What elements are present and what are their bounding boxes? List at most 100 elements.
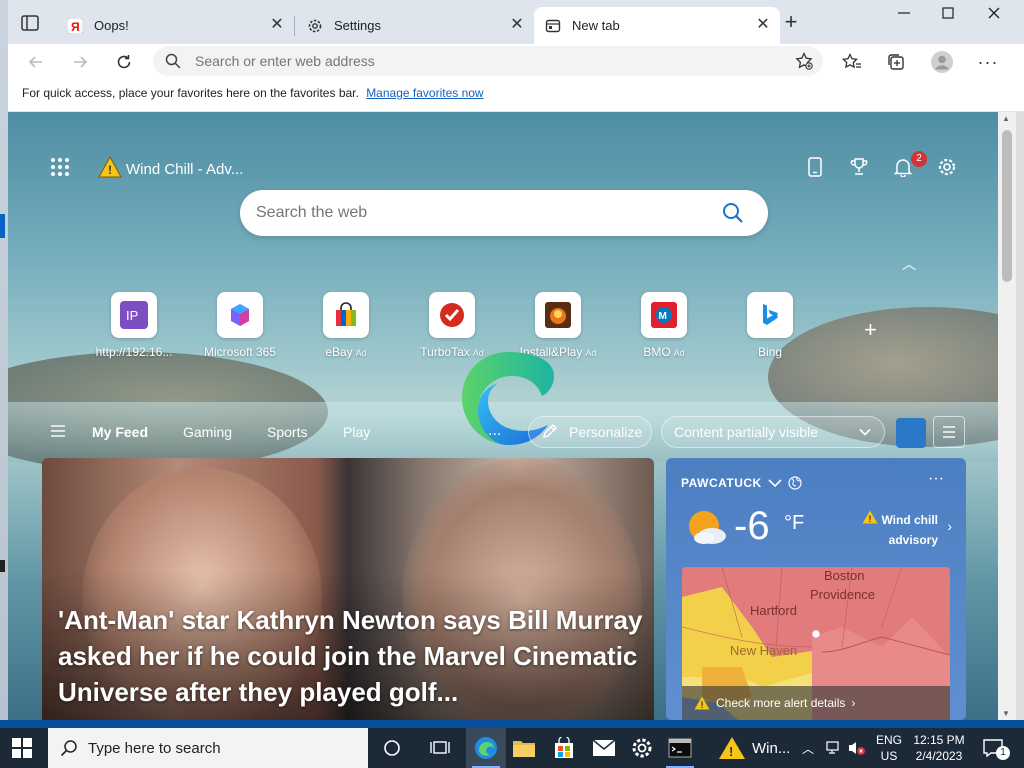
- manage-favorites-link[interactable]: Manage favorites now: [366, 86, 483, 100]
- ad-badge: Ad: [585, 348, 597, 358]
- add-site-button[interactable]: +: [864, 317, 877, 343]
- tab-sports[interactable]: Sports: [267, 424, 307, 440]
- action-center-button[interactable]: 1: [982, 738, 1010, 761]
- tab-title: Oops!: [94, 18, 129, 33]
- scrollbar-thumb[interactable]: [1002, 130, 1012, 282]
- weather-location[interactable]: PAWCATUCK: [681, 476, 802, 490]
- microsoft365-icon: [217, 292, 263, 338]
- weather-map[interactable]: Boston Providence Hartford New Haven ! C…: [682, 567, 950, 720]
- address-bar[interactable]: [153, 46, 823, 76]
- newtab-icon: [544, 17, 562, 35]
- maximize-button[interactable]: [934, 6, 962, 26]
- map-label: Hartford: [750, 603, 797, 618]
- list-layout-button[interactable]: [933, 416, 965, 448]
- taskbar-weather[interactable]: ! Win...: [718, 728, 790, 768]
- chevron-up-icon[interactable]: ︿: [802, 740, 814, 757]
- page-settings-button[interactable]: [934, 154, 960, 180]
- tab-play[interactable]: Play: [343, 424, 370, 440]
- search-icon[interactable]: [722, 202, 744, 227]
- chevron-down-icon: [768, 479, 782, 488]
- arrow-right-icon: [74, 56, 88, 68]
- scroll-up-icon[interactable]: ▲: [1002, 114, 1010, 123]
- app-launcher-button[interactable]: [50, 157, 70, 180]
- taskbar-file-explorer[interactable]: [504, 728, 544, 768]
- svg-text:IP: IP: [126, 308, 138, 323]
- favorites-button[interactable]: [840, 50, 864, 74]
- settings-more-button[interactable]: ···: [976, 50, 1000, 74]
- tab-my-feed[interactable]: My Feed: [92, 424, 148, 440]
- feed-more-button[interactable]: ...: [488, 422, 501, 440]
- close-icon[interactable]: ✕: [754, 16, 772, 34]
- personalize-button[interactable]: Personalize: [528, 416, 652, 448]
- gear-icon: [306, 17, 324, 35]
- temperature-unit: °F: [784, 512, 805, 534]
- globe-icon: [788, 476, 802, 490]
- more-icon[interactable]: ···: [928, 470, 944, 488]
- add-favorite-icon[interactable]: [795, 51, 813, 73]
- minimize-button[interactable]: [890, 6, 918, 26]
- grid-layout-button[interactable]: [896, 418, 926, 448]
- forward-button[interactable]: [68, 50, 92, 74]
- tab-settings[interactable]: Settings ✕: [296, 7, 534, 44]
- quick-link[interactable]: Bing: [720, 292, 820, 359]
- quick-link[interactable]: Microsoft 365: [190, 292, 290, 359]
- weather-advisory[interactable]: ! Wind chill advisory: [862, 510, 938, 550]
- scroll-down-icon[interactable]: ▼: [1002, 709, 1010, 718]
- taskbar-store[interactable]: [544, 728, 584, 768]
- weather-alert-text: Wind Chill - Adv...: [126, 160, 244, 178]
- menu-icon[interactable]: [50, 424, 66, 441]
- quick-link[interactable]: IP http://192.16...: [84, 292, 184, 359]
- language-indicator[interactable]: ENG US: [876, 732, 902, 764]
- trophy-icon: [850, 158, 868, 175]
- address-input[interactable]: [195, 46, 775, 76]
- volume-muted-icon[interactable]: [848, 740, 866, 759]
- vertical-scrollbar[interactable]: ▲ ▼: [998, 112, 1016, 720]
- hero-story-card[interactable]: 'Ant-Man' star Kathryn Newton says Bill …: [42, 458, 654, 720]
- quick-link[interactable]: M BMO Ad: [614, 292, 714, 359]
- close-window-button[interactable]: [980, 6, 1008, 26]
- cortana-button[interactable]: [372, 728, 412, 768]
- taskbar-settings[interactable]: [622, 728, 662, 768]
- taskbar-edge[interactable]: [466, 728, 506, 768]
- quick-link[interactable]: eBay Ad: [296, 292, 396, 359]
- close-icon[interactable]: ✕: [268, 16, 286, 34]
- collections-button[interactable]: [884, 50, 908, 74]
- tab-oops[interactable]: Я Oops! ✕: [56, 7, 294, 44]
- weather-card[interactable]: PAWCATUCK ··· -6 °F ! Wind chill advisor…: [666, 458, 966, 720]
- weather-alert-chip[interactable]: ! Wind Chill - Adv...: [98, 155, 244, 182]
- quick-link-label: BMO: [643, 345, 671, 359]
- alert-details-link[interactable]: ! Check more alert details ›: [682, 686, 950, 720]
- window-left-border: [0, 0, 8, 728]
- close-icon[interactable]: ✕: [508, 16, 526, 34]
- network-icon[interactable]: [826, 740, 842, 759]
- taskbar-terminal[interactable]: [660, 728, 700, 768]
- terminal-icon: [668, 738, 692, 758]
- tab-gaming[interactable]: Gaming: [183, 424, 232, 440]
- profile-button[interactable]: [930, 50, 954, 74]
- quick-link-label: eBay: [325, 345, 353, 359]
- start-button[interactable]: [12, 738, 32, 761]
- content-visibility-dropdown[interactable]: Content partially visible: [661, 416, 885, 448]
- task-view-button[interactable]: [420, 728, 460, 768]
- system-clock[interactable]: 12:15 PM 2/4/2023: [908, 732, 970, 764]
- tab-new-tab[interactable]: New tab ✕: [534, 7, 780, 44]
- rewards-button[interactable]: [846, 154, 872, 180]
- arrow-left-icon: [28, 56, 42, 68]
- new-tab-button[interactable]: +: [780, 11, 802, 34]
- web-search-input[interactable]: [256, 190, 696, 236]
- taskbar-mail[interactable]: [584, 728, 624, 768]
- window-bottom-border: [0, 720, 1024, 728]
- mobile-button[interactable]: [802, 154, 828, 180]
- taskbar-search[interactable]: Type here to search: [48, 728, 368, 768]
- background-window-edge: [0, 214, 5, 238]
- advisory-line: Wind chill: [881, 513, 938, 527]
- pencil-icon: [541, 422, 559, 443]
- svg-text:!: !: [701, 700, 704, 710]
- refresh-button[interactable]: [112, 50, 136, 74]
- clock-date: 2/4/2023: [915, 749, 963, 763]
- web-search-box[interactable]: [240, 190, 768, 236]
- chevron-up-icon[interactable]: ︿: [902, 254, 916, 274]
- chevron-right-icon[interactable]: ›: [947, 518, 952, 534]
- tab-actions-button[interactable]: [20, 14, 40, 32]
- back-button[interactable]: [24, 50, 48, 74]
